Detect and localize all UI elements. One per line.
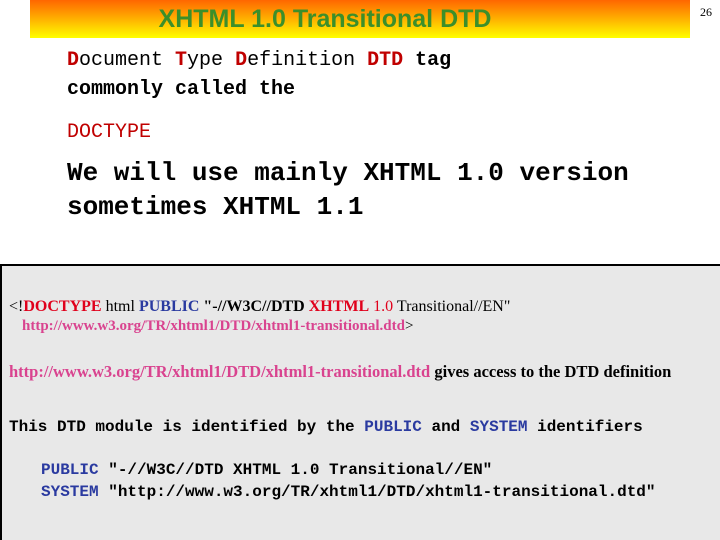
close-bracket: >	[404, 318, 414, 334]
xhtml-keyword: XHTML	[308, 298, 370, 315]
dtd-word: DTD	[564, 362, 600, 381]
dtd-acronym: DTD	[367, 49, 404, 72]
url-part[interactable]: /xhtml1-transitional.dtd	[251, 318, 405, 334]
system-keyword: SYSTEM	[41, 483, 99, 501]
doctype-word: DOCTYPE	[67, 121, 152, 144]
module-text-end: identifiers	[527, 418, 643, 436]
url-dtd-part[interactable]: DTD	[220, 318, 252, 334]
public-keyword: PUBLIC	[138, 298, 200, 315]
system-keyword: SYSTEM	[469, 418, 528, 436]
dtd-url-line: http://www.w3.org/TR/xhtml1/DTD/xhtml1-t…	[22, 318, 413, 335]
access-line: http://www.w3.org/TR/xhtml1/DTD/xhtml1-t…	[9, 362, 671, 382]
module-line: This DTD module is identified by the PUB…	[9, 418, 643, 436]
fpi-start: "-//W3C//DTD	[199, 298, 309, 315]
intro-line-2: commonly called the	[67, 78, 296, 101]
tag-word: tag	[403, 49, 452, 72]
word-rest: efinition	[247, 49, 368, 72]
initial-d: D	[67, 49, 80, 72]
system-identifier-line: SYSTEM "http://www.w3.org/TR/xhtml1/DTD/…	[41, 483, 656, 501]
and-word: and	[421, 418, 470, 436]
access-text: gives access to the	[430, 362, 565, 381]
word-rest: ocument	[79, 49, 176, 72]
html-word: html	[101, 298, 139, 315]
public-keyword: PUBLIC	[364, 418, 422, 436]
access-text-end: definition	[599, 362, 672, 381]
open-bracket: <!	[9, 298, 24, 315]
initial-t: T	[175, 49, 188, 72]
intro-text: Document Type Definition DTD tag commonl…	[67, 46, 451, 104]
intro-line-1: Document Type Definition DTD tag	[67, 46, 451, 75]
module-text: This DTD module is identified by the	[9, 418, 365, 436]
initial-d2: D	[235, 49, 248, 72]
doctype-keyword: DOCTYPE	[23, 298, 102, 315]
doctype-declaration-line: <!DOCTYPE html PUBLIC "-//W3C//DTD XHTML…	[9, 298, 510, 316]
title-banner: XHTML 1.0 Transitional DTD	[30, 0, 690, 38]
main-statement: We will use mainly XHTML 1.0 version som…	[67, 156, 629, 224]
main-statement-line-1: We will use mainly XHTML 1.0 version	[67, 158, 629, 188]
version-number: 1.0	[373, 298, 394, 315]
dtd-link[interactable]: http://www.w3.org/TR/xhtml1/DTD/xhtml1-t…	[9, 362, 430, 381]
public-identifier: "-//W3C//DTD XHTML 1.0 Transitional//EN"	[98, 461, 493, 479]
slide-title: XHTML 1.0 Transitional DTD	[158, 4, 492, 33]
system-identifier: "http://www.w3.org/TR/xhtml1/DTD/xhtml1-…	[98, 483, 656, 501]
page-number: 26	[700, 5, 712, 19]
url-part[interactable]: http://www.w3.org/TR/xhtml1/	[22, 318, 220, 334]
word-rest: ype	[187, 49, 236, 72]
fpi-end: Transitional//EN"	[393, 298, 511, 315]
main-statement-line-2: sometimes XHTML 1.1	[67, 192, 364, 222]
public-identifier-line: PUBLIC "-//W3C//DTD XHTML 1.0 Transition…	[41, 461, 492, 479]
public-keyword: PUBLIC	[41, 461, 99, 479]
code-box: <!DOCTYPE html PUBLIC "-//W3C//DTD XHTML…	[0, 264, 720, 540]
